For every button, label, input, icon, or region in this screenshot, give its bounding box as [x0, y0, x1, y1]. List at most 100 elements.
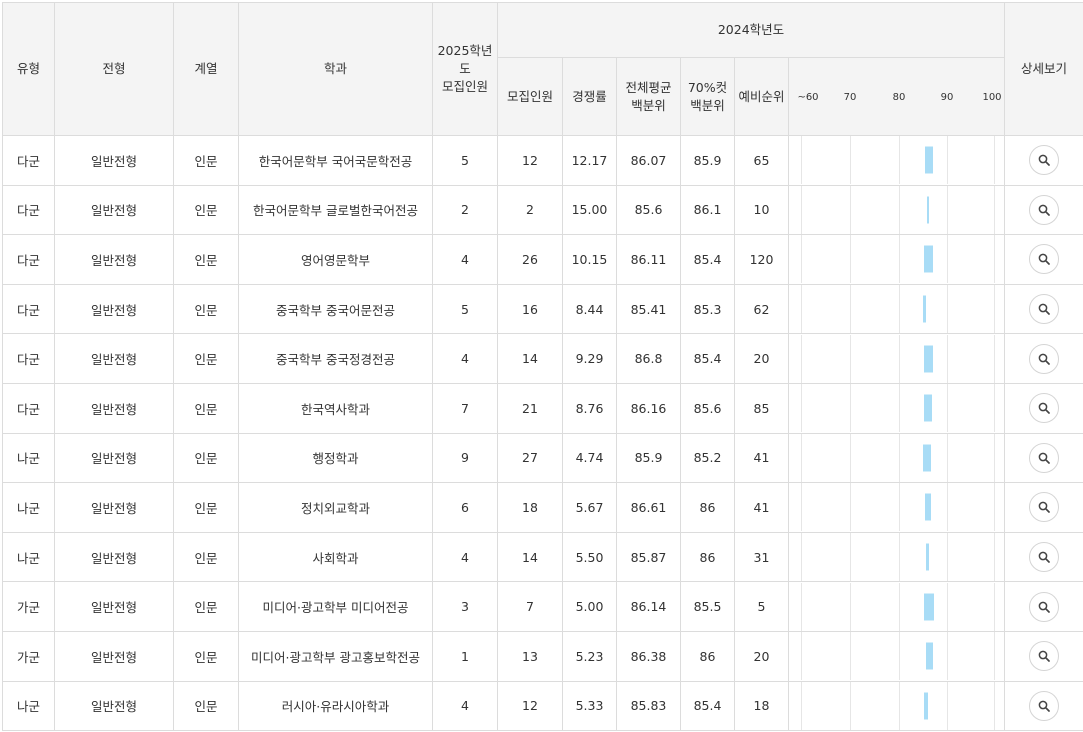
gridline	[947, 533, 948, 581]
cell-quota-2024: 2	[498, 185, 563, 235]
cell-quota-2024: 7	[498, 582, 563, 632]
percentile-range-bar	[924, 692, 928, 719]
gridline	[899, 682, 900, 730]
cell-avg-percentile: 86.11	[617, 235, 681, 285]
percentile-range-chart	[789, 285, 1004, 333]
magnifier-icon	[1038, 402, 1050, 414]
percentile-range-bar	[925, 147, 932, 174]
detail-button[interactable]	[1029, 641, 1059, 671]
table-body: 다군일반전형인문한국어문학부 국어국문학전공51212.1786.0785.96…	[3, 136, 1083, 731]
cell-type: 다군	[3, 235, 55, 285]
detail-button[interactable]	[1029, 294, 1059, 324]
cell-avg-percentile: 86.38	[617, 631, 681, 681]
percentile-range-bar	[926, 643, 933, 670]
cell-dept: 미디어·광고학부 미디어전공	[239, 582, 433, 632]
cell-70cut-percentile: 85.2	[681, 433, 735, 483]
magnifier-icon	[1038, 551, 1050, 563]
cell-admission: 일반전형	[55, 235, 174, 285]
cell-avg-percentile: 86.07	[617, 136, 681, 186]
gridline	[994, 384, 995, 432]
cell-quota-2025: 4	[433, 681, 498, 731]
detail-button[interactable]	[1029, 195, 1059, 225]
cell-dept: 한국어문학부 글로벌한국어전공	[239, 185, 433, 235]
cell-type: 다군	[3, 334, 55, 384]
gridline	[850, 682, 851, 730]
cell-type: 가군	[3, 582, 55, 632]
table-row: 다군일반전형인문중국학부 중국어문전공5168.4485.4185.362	[3, 284, 1083, 334]
gridline	[801, 434, 802, 482]
cell-competition: 5.00	[563, 582, 617, 632]
magnifier-icon	[1038, 601, 1050, 613]
gridline	[801, 682, 802, 730]
cell-quota-2025: 2	[433, 185, 498, 235]
cell-quota-2025: 3	[433, 582, 498, 632]
percentile-range-bar	[927, 196, 929, 223]
tick-label: 90	[941, 89, 954, 107]
cell-competition: 15.00	[563, 185, 617, 235]
table-row: 나군일반전형인문정치외교학과6185.6786.618641	[3, 483, 1083, 533]
cell-70cut-percentile: 85.9	[681, 136, 735, 186]
cell-quota-2025: 9	[433, 433, 498, 483]
detail-button[interactable]	[1029, 244, 1059, 274]
cell-avg-percentile: 86.61	[617, 483, 681, 533]
gridline	[994, 186, 995, 234]
cell-competition: 5.33	[563, 681, 617, 731]
magnifier-icon	[1038, 700, 1050, 712]
detail-button[interactable]	[1029, 393, 1059, 423]
detail-button[interactable]	[1029, 691, 1059, 721]
detail-button[interactable]	[1029, 443, 1059, 473]
gridline	[801, 285, 802, 333]
header-admission: 전형	[55, 3, 174, 136]
cell-detail	[1005, 235, 1083, 285]
cell-competition: 8.76	[563, 383, 617, 433]
gridline	[899, 285, 900, 333]
gridline	[850, 583, 851, 631]
cell-field: 인문	[174, 136, 239, 186]
table-row: 나군일반전형인문행정학과9274.7485.985.241	[3, 433, 1083, 483]
detail-button[interactable]	[1029, 542, 1059, 572]
gridline	[899, 434, 900, 482]
cell-detail	[1005, 681, 1083, 731]
header-percentile-scale: ~60 70 80 90 100	[789, 58, 1005, 136]
detail-button[interactable]	[1029, 492, 1059, 522]
cell-dept: 사회학과	[239, 532, 433, 582]
cell-percentile-chart	[789, 532, 1005, 582]
cell-quota-2025: 7	[433, 383, 498, 433]
gridline	[899, 136, 900, 184]
gridline	[899, 384, 900, 432]
gridline	[850, 186, 851, 234]
cell-admission: 일반전형	[55, 383, 174, 433]
cell-admission: 일반전형	[55, 185, 174, 235]
cell-70cut-percentile: 85.5	[681, 582, 735, 632]
cell-type: 가군	[3, 631, 55, 681]
cell-field: 인문	[174, 483, 239, 533]
cell-percentile-chart	[789, 582, 1005, 632]
gridline	[850, 483, 851, 531]
gridline	[850, 285, 851, 333]
detail-button[interactable]	[1029, 145, 1059, 175]
cell-type: 나군	[3, 483, 55, 533]
cell-type: 나군	[3, 532, 55, 582]
percentile-range-chart	[789, 682, 1004, 730]
cell-waitlist: 31	[735, 532, 789, 582]
tick-label: ~60	[797, 89, 818, 107]
cell-quota-2025: 1	[433, 631, 498, 681]
cell-field: 인문	[174, 582, 239, 632]
gridline	[947, 384, 948, 432]
gridline	[994, 583, 995, 631]
table-row: 가군일반전형인문미디어·광고학부 광고홍보학전공1135.2386.388620	[3, 631, 1083, 681]
tick-label: 100	[982, 89, 1001, 107]
percentile-range-chart	[789, 434, 1004, 482]
gridline	[994, 136, 995, 184]
cell-competition: 5.67	[563, 483, 617, 533]
cell-detail	[1005, 532, 1083, 582]
magnifier-icon	[1038, 303, 1050, 315]
percentile-range-chart	[789, 384, 1004, 432]
cell-dept: 미디어·광고학부 광고홍보학전공	[239, 631, 433, 681]
cell-field: 인문	[174, 433, 239, 483]
detail-button[interactable]	[1029, 344, 1059, 374]
detail-button[interactable]	[1029, 592, 1059, 622]
cell-quota-2024: 18	[498, 483, 563, 533]
gridline	[899, 632, 900, 680]
gridline	[994, 682, 995, 730]
